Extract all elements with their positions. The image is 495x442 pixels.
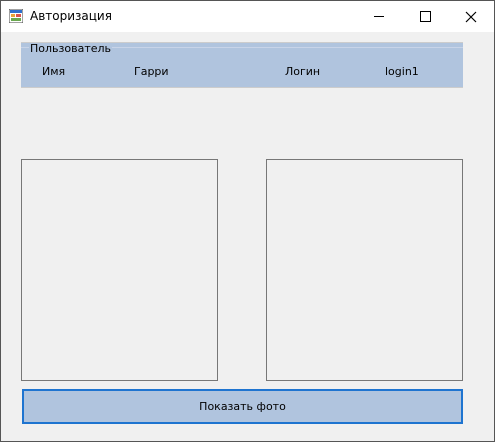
window-title: Авторизация [30, 9, 112, 23]
main-window: Авторизация Пользователь Имя Гарри Логин… [0, 0, 495, 442]
groupbox-legend: Пользователь [29, 42, 113, 55]
name-label: Имя [42, 65, 66, 78]
maximize-button[interactable] [402, 1, 448, 32]
title-bar[interactable]: Авторизация [1, 1, 494, 32]
form-app-icon [8, 8, 24, 24]
name-value: Гарри [134, 65, 169, 78]
show-photo-label: Показать фото [199, 400, 286, 413]
photo-box-left [21, 159, 218, 381]
minimize-button[interactable] [356, 1, 402, 32]
login-value: login1 [385, 65, 419, 78]
user-groupbox: Пользователь Имя Гарри Логин login1 [21, 42, 463, 88]
photo-box-right [266, 159, 463, 381]
close-icon [465, 11, 477, 22]
maximize-icon [419, 11, 431, 22]
login-label: Логин [285, 65, 321, 78]
minimize-icon [374, 16, 384, 17]
show-photo-button[interactable]: Показать фото [22, 389, 463, 424]
close-button[interactable] [448, 1, 494, 32]
